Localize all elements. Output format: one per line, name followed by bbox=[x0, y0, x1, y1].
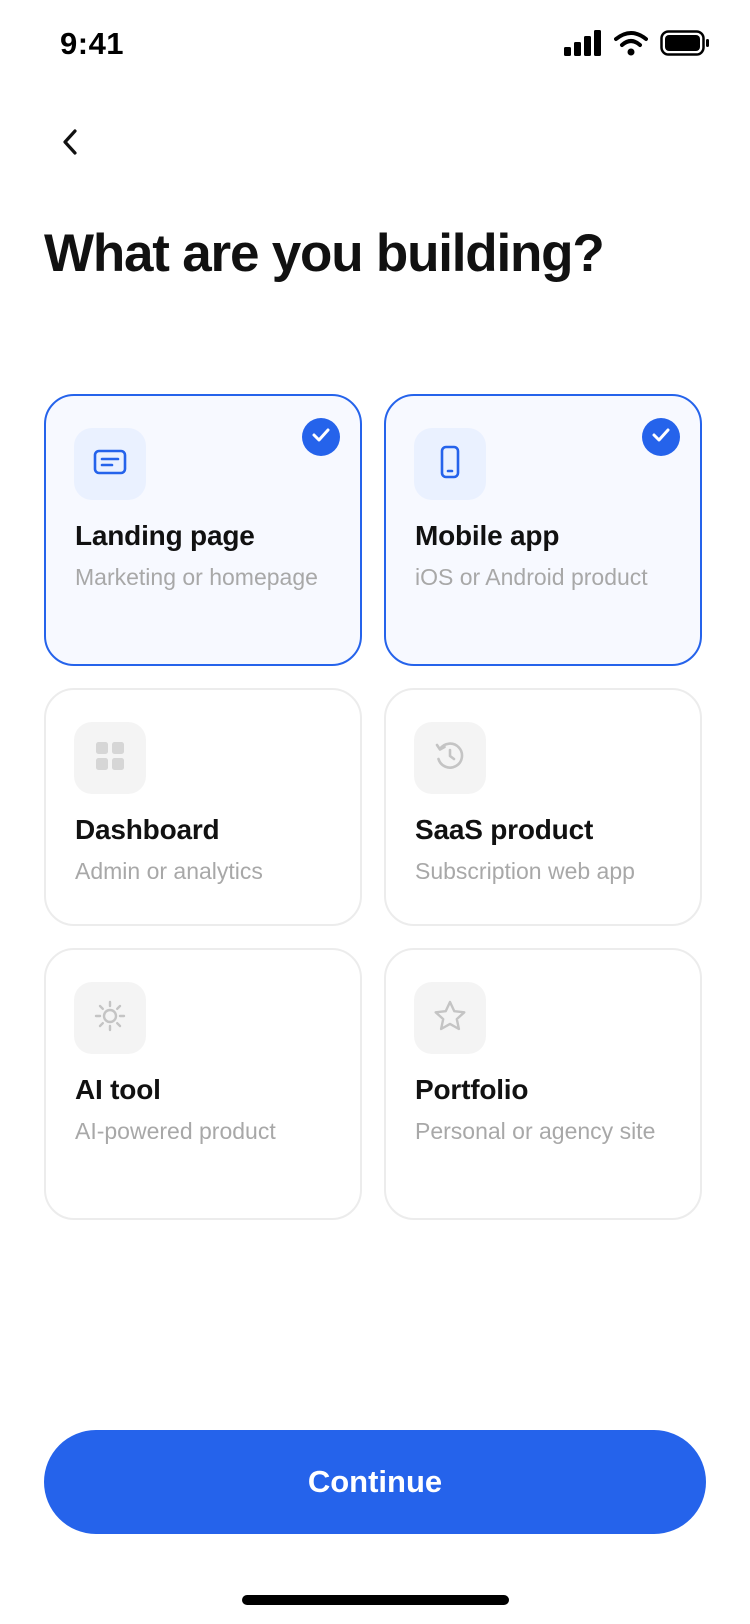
back-button[interactable] bbox=[44, 118, 96, 170]
cellular-signal-icon bbox=[564, 30, 602, 61]
landing-page-icon bbox=[93, 448, 127, 481]
option-card-portfolio[interactable]: Portfolio Personal or agency site bbox=[384, 948, 702, 1220]
option-title: Dashboard bbox=[75, 814, 220, 845]
mobile-phone-icon bbox=[438, 445, 462, 484]
sun-icon bbox=[94, 1000, 126, 1037]
option-card-mobile-app[interactable]: Mobile app iOS or Android product bbox=[384, 394, 702, 666]
status-time: 9:41 bbox=[60, 26, 125, 61]
card-icon-container bbox=[74, 428, 146, 500]
star-icon bbox=[433, 1000, 467, 1037]
chevron-left-icon bbox=[58, 126, 82, 163]
continue-button[interactable]: Continue bbox=[44, 1430, 706, 1534]
status-icons bbox=[564, 30, 710, 61]
option-title: Mobile app bbox=[415, 520, 560, 551]
option-title: SaaS product bbox=[415, 814, 594, 845]
wifi-icon bbox=[614, 30, 648, 61]
option-title: Landing page bbox=[75, 520, 255, 551]
battery-icon bbox=[660, 30, 710, 61]
option-card-landing-page[interactable]: Landing page Marketing or homepage bbox=[44, 394, 362, 666]
card-icon-container bbox=[414, 428, 486, 500]
status-bar: 9:41 bbox=[0, 0, 750, 90]
option-subtitle: iOS or Android product bbox=[415, 564, 648, 590]
check-icon bbox=[311, 427, 331, 448]
selected-check-badge bbox=[302, 418, 340, 456]
option-title: AI tool bbox=[75, 1074, 161, 1105]
option-card-saas-product[interactable]: SaaS product Subscription web app bbox=[384, 688, 702, 926]
option-card-ai-tool[interactable]: AI tool AI-powered product bbox=[44, 948, 362, 1220]
selected-check-badge bbox=[642, 418, 680, 456]
check-icon bbox=[651, 427, 671, 448]
grid-icon bbox=[95, 741, 125, 776]
card-icon-container bbox=[74, 722, 146, 794]
option-subtitle: Marketing or homepage bbox=[75, 564, 318, 590]
page-title: What are you building? bbox=[44, 224, 605, 283]
option-card-dashboard[interactable]: Dashboard Admin or analytics bbox=[44, 688, 362, 926]
option-subtitle: Admin or analytics bbox=[75, 858, 263, 884]
card-icon-container bbox=[414, 722, 486, 794]
home-indicator[interactable] bbox=[242, 1595, 509, 1605]
history-clock-icon bbox=[434, 740, 466, 777]
option-subtitle: AI-powered product bbox=[75, 1118, 276, 1144]
option-subtitle: Personal or agency site bbox=[415, 1118, 656, 1144]
option-title: Portfolio bbox=[415, 1074, 529, 1105]
card-icon-container bbox=[74, 982, 146, 1054]
card-icon-container bbox=[414, 982, 486, 1054]
option-subtitle: Subscription web app bbox=[415, 858, 635, 884]
